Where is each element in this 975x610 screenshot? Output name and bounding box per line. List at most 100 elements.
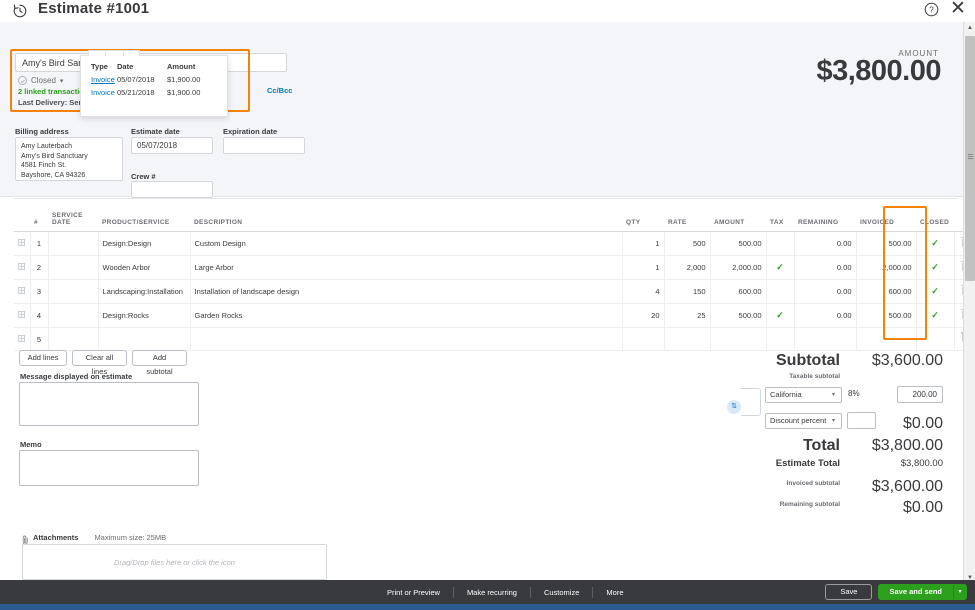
row-tax[interactable]: ✓ bbox=[765, 255, 794, 280]
table-row[interactable]: 2 Wooden Arbor Large Arbor 1 2,000 2,000… bbox=[14, 255, 975, 280]
billing-address-field[interactable]: Amy Lauterbach Amy's Bird Sanctuary 4581… bbox=[15, 137, 123, 181]
history-clock-icon[interactable] bbox=[12, 3, 28, 19]
row-description[interactable]: Large Arbor bbox=[189, 255, 622, 280]
row-closed[interactable]: ✓ bbox=[915, 303, 954, 328]
popover-row: Invoice 05/21/2018 $1,900.00 bbox=[81, 86, 227, 99]
row-qty[interactable]: 1 bbox=[621, 231, 664, 256]
subtotal-value: $3,600.00 bbox=[871, 352, 943, 369]
memo-textarea[interactable] bbox=[19, 450, 199, 486]
row-drag-handle[interactable] bbox=[14, 303, 30, 328]
drag-handle-icon[interactable] bbox=[18, 239, 26, 246]
row-qty[interactable]: 4 bbox=[621, 279, 664, 304]
row-drag-handle[interactable] bbox=[14, 279, 30, 304]
message-textarea[interactable] bbox=[19, 382, 199, 426]
close-x-icon[interactable]: ✕ bbox=[949, 0, 967, 18]
row-amount[interactable]: 500.00 bbox=[709, 303, 766, 328]
swap-arrows-icon[interactable]: ⇅ bbox=[727, 400, 741, 414]
expiration-date-input[interactable] bbox=[223, 137, 305, 154]
row-drag-handle[interactable] bbox=[14, 327, 30, 351]
invoice-link[interactable]: Invoice bbox=[91, 75, 115, 84]
row-product[interactable]: Landscaping:Installation bbox=[97, 279, 190, 304]
row-closed[interactable]: ✓ bbox=[915, 231, 954, 256]
row-tax[interactable] bbox=[765, 231, 794, 256]
tax-amount-input[interactable]: 200.00 bbox=[897, 386, 943, 403]
popover-amount-cell: $1,900.00 bbox=[167, 88, 201, 97]
svg-text:?: ? bbox=[929, 6, 934, 15]
taxable-subtotal-label: Taxable subtotal bbox=[789, 373, 840, 380]
row-rate[interactable]: 150 bbox=[663, 279, 710, 304]
row-description[interactable]: Garden Rocks bbox=[189, 303, 622, 328]
vertical-scrollbar[interactable]: ▲ ▼ bbox=[963, 22, 975, 584]
more-button[interactable]: More bbox=[593, 587, 636, 598]
scroll-up-arrow-icon[interactable]: ▲ bbox=[964, 22, 975, 34]
crew-number-input[interactable] bbox=[131, 181, 213, 198]
row-tax[interactable] bbox=[765, 327, 794, 351]
popover-type-cell[interactable]: Invoice bbox=[81, 86, 117, 99]
popover-date-cell: 05/21/2018 bbox=[117, 88, 155, 97]
row-service-date[interactable] bbox=[47, 327, 98, 351]
cc-bcc-link[interactable]: Cc/Bcc bbox=[267, 86, 292, 95]
save-and-send-button[interactable]: Save and send bbox=[878, 584, 953, 600]
estimate-status[interactable]: Closed ▾ bbox=[18, 76, 63, 85]
table-row[interactable]: 4 Design:Rocks Garden Rocks 20 25 500.00… bbox=[14, 303, 975, 328]
table-row[interactable]: 5 bbox=[14, 327, 975, 351]
help-circle-icon[interactable]: ? bbox=[924, 2, 939, 17]
row-amount[interactable] bbox=[709, 327, 766, 351]
row-product[interactable] bbox=[97, 327, 190, 351]
row-qty[interactable] bbox=[621, 327, 664, 351]
row-closed[interactable] bbox=[915, 327, 954, 351]
make-recurring-button[interactable]: Make recurring bbox=[454, 586, 531, 598]
row-amount[interactable]: 2,000.00 bbox=[709, 255, 766, 280]
drag-handle-icon[interactable] bbox=[18, 263, 26, 270]
row-description[interactable] bbox=[189, 327, 622, 351]
row-service-date[interactable] bbox=[47, 255, 98, 280]
chevron-down-icon[interactable]: ▾ bbox=[953, 584, 967, 600]
row-rate[interactable]: 2,000 bbox=[663, 255, 710, 280]
row-tax[interactable] bbox=[765, 279, 794, 304]
tax-region-select[interactable]: California bbox=[765, 387, 842, 403]
drag-handle-icon[interactable] bbox=[18, 287, 26, 294]
row-product[interactable]: Design:Design bbox=[97, 231, 190, 256]
row-closed[interactable]: ✓ bbox=[915, 279, 954, 304]
row-amount[interactable]: 500.00 bbox=[709, 231, 766, 256]
scrollbar-thumb[interactable] bbox=[965, 36, 975, 281]
row-description[interactable]: Installation of landscape design bbox=[189, 279, 622, 304]
row-product[interactable]: Wooden Arbor bbox=[97, 255, 190, 280]
chevron-down-icon[interactable]: ▾ bbox=[60, 77, 64, 85]
clear-all-lines-button[interactable]: Clear all lines bbox=[72, 350, 127, 376]
add-lines-button[interactable]: Add lines bbox=[19, 350, 67, 366]
row-qty[interactable]: 20 bbox=[621, 303, 664, 328]
row-rate[interactable]: 25 bbox=[663, 303, 710, 328]
chevron-down-icon[interactable]: ▾ bbox=[832, 417, 835, 424]
popover-type-cell[interactable]: Invoice bbox=[81, 73, 117, 86]
row-description[interactable]: Custom Design bbox=[189, 231, 622, 256]
add-subtotal-button[interactable]: Add subtotal bbox=[132, 350, 187, 376]
row-service-date[interactable] bbox=[47, 303, 98, 328]
row-product[interactable]: Design:Rocks bbox=[97, 303, 190, 328]
customize-button[interactable]: Customize bbox=[531, 586, 594, 598]
row-service-date[interactable] bbox=[47, 231, 98, 256]
billing-line: Amy's Bird Sanctuary bbox=[21, 152, 88, 160]
row-tax[interactable]: ✓ bbox=[765, 303, 794, 328]
row-service-date[interactable] bbox=[47, 279, 98, 304]
table-row[interactable]: 3 Landscaping:Installation Installation … bbox=[14, 279, 975, 304]
invoice-link[interactable]: Invoice bbox=[91, 88, 115, 97]
save-button[interactable]: Save bbox=[825, 584, 873, 600]
table-row[interactable]: 1 Design:Design Custom Design 1 500 500.… bbox=[14, 231, 975, 256]
row-closed[interactable]: ✓ bbox=[915, 255, 954, 280]
row-amount[interactable]: 600.00 bbox=[709, 279, 766, 304]
billing-line: 4581 Finch St. bbox=[21, 162, 67, 169]
drag-handle-icon[interactable] bbox=[18, 334, 26, 342]
drag-handle-icon[interactable] bbox=[18, 311, 26, 318]
row-drag-handle[interactable] bbox=[14, 255, 30, 280]
chevron-down-icon[interactable]: ▾ bbox=[832, 391, 835, 398]
estimate-date-input[interactable]: 05/07/2018 bbox=[131, 137, 213, 154]
col-amount: AMOUNT bbox=[710, 209, 766, 232]
row-rate[interactable] bbox=[663, 327, 710, 351]
row-drag-handle[interactable] bbox=[14, 231, 30, 256]
attachments-dropzone[interactable]: Drag/Drop files here or click the icon bbox=[22, 544, 327, 580]
discount-type-select[interactable]: Discount percent bbox=[765, 413, 842, 429]
print-or-preview-button[interactable]: Print or Preview bbox=[374, 586, 454, 598]
row-qty[interactable]: 1 bbox=[621, 255, 664, 280]
row-rate[interactable]: 500 bbox=[663, 231, 710, 256]
